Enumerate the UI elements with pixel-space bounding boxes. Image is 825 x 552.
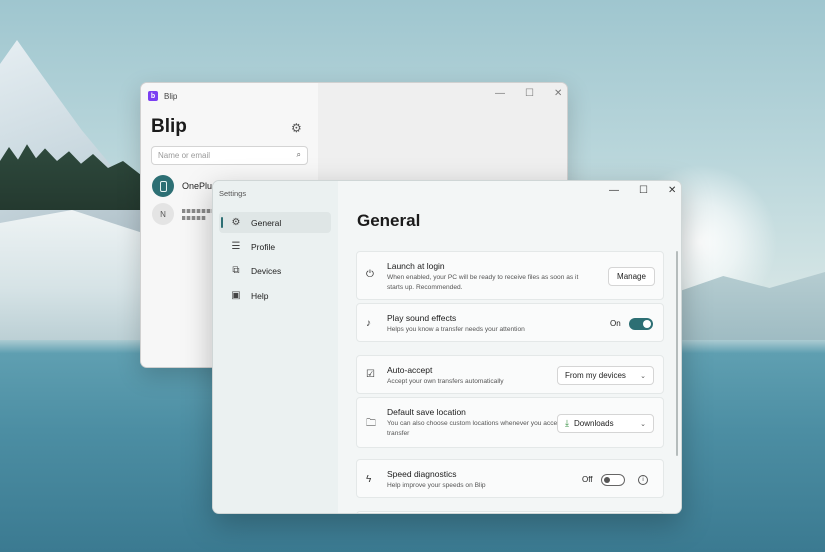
minimize-button[interactable]: —: [495, 88, 505, 99]
next-setting-card: [356, 511, 664, 513]
sound-title: Play sound effects: [387, 313, 457, 323]
sound-toggle[interactable]: [629, 318, 653, 330]
redacted-contact-name: [182, 208, 214, 220]
maximize-button[interactable]: ☐: [525, 88, 534, 99]
search-icon: ⌕: [296, 150, 301, 159]
sound-description: Helps you know a transfer needs your att…: [387, 326, 525, 333]
launch-description: When enabled, your PC will be ready to r…: [387, 274, 579, 291]
gear-icon: ⚙: [231, 217, 241, 228]
music-note-icon: ♪: [366, 318, 371, 329]
auto-accept-dropdown[interactable]: From my devices ⌄: [557, 366, 654, 385]
sound-effects-card: ♪ Play sound effects Helps you know a tr…: [356, 303, 664, 342]
nav-label: Profile: [251, 241, 276, 252]
nav-label: General: [251, 217, 282, 228]
blip-logo-icon: b: [148, 91, 158, 101]
help-icon: ▣: [231, 290, 241, 301]
speed-toggle-label: Off: [582, 475, 593, 484]
contact-avatar: N: [152, 203, 174, 225]
save-location-title: Default save location: [387, 407, 466, 417]
speed-title: Speed diagnostics: [387, 469, 457, 479]
close-button[interactable]: ✕: [554, 88, 562, 99]
settings-window-controls: — ☐ ✕: [609, 185, 676, 196]
nav-item-help[interactable]: ▣ Help: [219, 285, 331, 306]
minimize-button[interactable]: —: [609, 185, 619, 196]
settings-gear-icon[interactable]: ⚙: [291, 121, 302, 135]
folder-icon: 🗀: [366, 418, 376, 429]
search-placeholder: Name or email: [158, 151, 211, 160]
checkbox-icon: ☑: [366, 369, 375, 380]
save-location-value: Downloads: [573, 419, 614, 428]
profile-icon: ☰: [231, 241, 241, 252]
save-location-dropdown[interactable]: ⤓ Downloads ⌄: [557, 414, 654, 433]
lightning-icon: ϟ: [366, 474, 372, 485]
auto-accept-value: From my devices: [565, 371, 626, 380]
nav-label: Help: [251, 290, 269, 301]
speed-diagnostics-card: ϟ Speed diagnostics Help improve your sp…: [356, 459, 664, 498]
info-icon[interactable]: i: [638, 475, 648, 485]
chevron-down-icon: ⌄: [640, 420, 646, 428]
scrollbar[interactable]: [676, 251, 678, 456]
launch-at-login-card: ⏻ Launch at login When enabled, your PC …: [356, 251, 664, 300]
nav-item-general[interactable]: ⚙ General: [219, 212, 331, 233]
contact-item-n[interactable]: N: [152, 203, 214, 225]
auto-accept-card: ☑ Auto-accept Accept your own transfers …: [356, 355, 664, 394]
blip-titlebar: b Blip: [148, 89, 177, 103]
blip-heading: Blip: [151, 116, 187, 137]
launch-title: Launch at login: [387, 261, 445, 271]
speed-description: Help improve your speeds on Blip: [387, 482, 486, 489]
close-button[interactable]: ✕: [668, 185, 676, 196]
save-location-card: 🗀 Default save location You can also cho…: [356, 397, 664, 448]
devices-icon: ⧉: [232, 265, 240, 276]
download-icon: ⤓: [565, 418, 569, 428]
nav-label: Devices: [251, 265, 282, 276]
nav-item-profile[interactable]: ☰ Profile: [219, 236, 331, 257]
chevron-down-icon: ⌄: [640, 372, 646, 380]
settings-window-title: Settings: [219, 189, 247, 198]
phone-icon: [152, 175, 174, 197]
page-title: General: [357, 211, 421, 230]
nav-item-devices[interactable]: ⧉ Devices: [219, 260, 331, 281]
search-input[interactable]: Name or email ⌕: [151, 146, 308, 165]
maximize-button[interactable]: ☐: [639, 185, 648, 196]
blip-window-controls: — ☐ ✕: [495, 88, 562, 99]
contact-item-oneplus[interactable]: OnePlus: [152, 175, 217, 197]
settings-window: General ⏻ Launch at login When enabled, …: [212, 180, 682, 514]
speed-toggle[interactable]: [601, 474, 625, 486]
manage-button[interactable]: Manage: [608, 267, 655, 286]
power-icon: ⏻: [366, 269, 374, 280]
auto-accept-title: Auto-accept: [387, 365, 433, 375]
settings-main: General ⏻ Launch at login When enabled, …: [338, 181, 681, 513]
blip-app-name: Blip: [164, 91, 178, 101]
sound-toggle-label: On: [610, 319, 621, 328]
